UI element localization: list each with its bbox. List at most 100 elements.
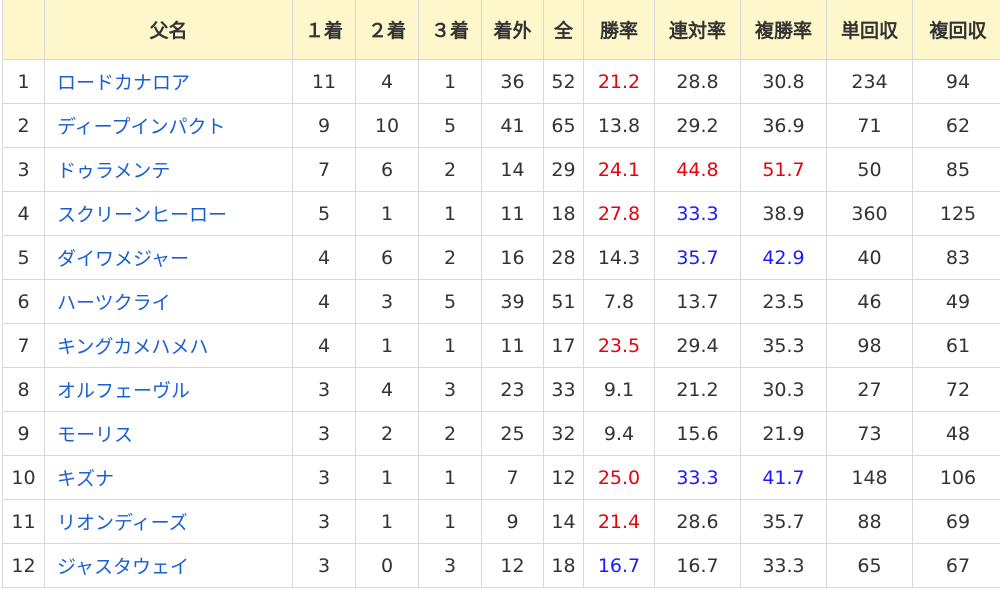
cell-place-rate: 38.9 (740, 191, 827, 236)
cell-third: 1 (418, 455, 482, 500)
cell-unplaced: 11 (481, 191, 544, 236)
cell-second: 0 (355, 543, 419, 588)
sire-link[interactable]: スクリーンヒーロー (57, 204, 227, 226)
cell-place-return: 106 (912, 455, 1000, 500)
header-win-rate[interactable]: 勝率 (583, 0, 655, 60)
cell-rank: 10 (2, 455, 45, 500)
table-row: 8 オルフェーヴル 3 4 3 23 33 9.1 21.2 30.3 27 72 (2, 367, 1000, 412)
sire-link[interactable]: ハーツクライ (57, 292, 171, 314)
cell-place-rate: 30.3 (740, 367, 827, 412)
table-header-row: 父名 １着 ２着 ３着 着外 全 勝率 連対率 複勝率 単回収 複回収 (2, 0, 1000, 60)
cell-unplaced: 36 (481, 59, 544, 104)
cell-unplaced: 9 (481, 499, 544, 544)
cell-win-return: 360 (826, 191, 913, 236)
cell-second: 1 (355, 499, 419, 544)
cell-win-return: 46 (826, 279, 913, 324)
cell-place-return: 85 (912, 147, 1000, 192)
header-unplaced[interactable]: 着外 (481, 0, 544, 60)
cell-first: 5 (292, 191, 356, 236)
cell-place-return: 125 (912, 191, 1000, 236)
cell-sire-name: ハーツクライ (44, 279, 293, 324)
cell-rank: 2 (2, 103, 45, 148)
table-row: 6 ハーツクライ 4 3 5 39 51 7.8 13.7 23.5 46 49 (2, 279, 1000, 324)
cell-third: 5 (418, 279, 482, 324)
cell-quinella-rate: 28.6 (654, 499, 741, 544)
cell-unplaced: 23 (481, 367, 544, 412)
cell-total: 17 (543, 323, 584, 368)
cell-rank: 11 (2, 499, 45, 544)
cell-third: 1 (418, 499, 482, 544)
cell-win-rate: 27.8 (583, 191, 655, 236)
header-quinella-rate[interactable]: 連対率 (654, 0, 741, 60)
sire-link[interactable]: モーリス (57, 424, 133, 446)
sire-link[interactable]: ダイワメジャー (57, 248, 189, 270)
cell-win-return: 98 (826, 323, 913, 368)
cell-first: 9 (292, 103, 356, 148)
sire-stats-table: 父名 １着 ２着 ３着 着外 全 勝率 連対率 複勝率 単回収 複回収 1 ロード… (2, 0, 1000, 588)
sire-link[interactable]: キズナ (57, 468, 114, 490)
cell-total: 12 (543, 455, 584, 500)
cell-second: 1 (355, 191, 419, 236)
sire-link[interactable]: リオンディーズ (57, 512, 188, 534)
cell-third: 1 (418, 191, 482, 236)
cell-second: 1 (355, 323, 419, 368)
cell-win-rate: 25.0 (583, 455, 655, 500)
cell-sire-name: オルフェーヴル (44, 367, 293, 412)
sire-link[interactable]: オルフェーヴル (57, 380, 190, 402)
cell-win-return: 88 (826, 499, 913, 544)
cell-total: 33 (543, 367, 584, 412)
table-row: 5 ダイワメジャー 4 6 2 16 28 14.3 35.7 42.9 40 83 (2, 235, 1000, 280)
cell-third: 5 (418, 103, 482, 148)
cell-win-rate: 21.4 (583, 499, 655, 544)
header-win-return[interactable]: 単回収 (826, 0, 913, 60)
sire-link[interactable]: ディープインパクト (57, 116, 226, 138)
header-first[interactable]: １着 (292, 0, 356, 60)
cell-total: 18 (543, 191, 584, 236)
cell-quinella-rate: 44.8 (654, 147, 741, 192)
cell-quinella-rate: 21.2 (654, 367, 741, 412)
cell-second: 10 (355, 103, 419, 148)
cell-win-return: 73 (826, 411, 913, 456)
cell-second: 2 (355, 411, 419, 456)
cell-quinella-rate: 28.8 (654, 59, 741, 104)
cell-win-return: 50 (826, 147, 913, 192)
cell-rank: 1 (2, 59, 45, 104)
sire-link[interactable]: ロードカナロア (57, 72, 190, 94)
cell-total: 18 (543, 543, 584, 588)
cell-quinella-rate: 33.3 (654, 455, 741, 500)
cell-quinella-rate: 16.7 (654, 543, 741, 588)
sire-link[interactable]: ジャスタウェイ (57, 556, 189, 578)
header-place-return[interactable]: 複回収 (912, 0, 1000, 60)
cell-first: 3 (292, 455, 356, 500)
cell-place-rate: 33.3 (740, 543, 827, 588)
cell-first: 4 (292, 235, 356, 280)
cell-place-return: 62 (912, 103, 1000, 148)
table-row: 9 モーリス 3 2 2 25 32 9.4 15.6 21.9 73 48 (2, 411, 1000, 456)
header-sire-name[interactable]: 父名 (44, 0, 293, 60)
cell-total: 52 (543, 59, 584, 104)
sire-link[interactable]: キングカメハメハ (57, 336, 208, 358)
header-place-rate[interactable]: 複勝率 (740, 0, 827, 60)
header-second[interactable]: ２着 (355, 0, 419, 60)
cell-sire-name: ディープインパクト (44, 103, 293, 148)
cell-first: 4 (292, 279, 356, 324)
sire-link[interactable]: ドゥラメンテ (57, 160, 170, 182)
cell-place-return: 72 (912, 367, 1000, 412)
cell-second: 4 (355, 59, 419, 104)
cell-quinella-rate: 29.2 (654, 103, 741, 148)
table-row: 10 キズナ 3 1 1 7 12 25.0 33.3 41.7 148 106 (2, 455, 1000, 500)
cell-place-rate: 35.3 (740, 323, 827, 368)
cell-sire-name: キングカメハメハ (44, 323, 293, 368)
cell-rank: 12 (2, 543, 45, 588)
cell-place-rate: 51.7 (740, 147, 827, 192)
cell-quinella-rate: 33.3 (654, 191, 741, 236)
cell-sire-name: モーリス (44, 411, 293, 456)
cell-third: 3 (418, 543, 482, 588)
cell-rank: 7 (2, 323, 45, 368)
cell-place-rate: 42.9 (740, 235, 827, 280)
cell-unplaced: 41 (481, 103, 544, 148)
header-total[interactable]: 全 (543, 0, 584, 60)
cell-quinella-rate: 15.6 (654, 411, 741, 456)
header-third[interactable]: ３着 (418, 0, 482, 60)
cell-third: 3 (418, 367, 482, 412)
